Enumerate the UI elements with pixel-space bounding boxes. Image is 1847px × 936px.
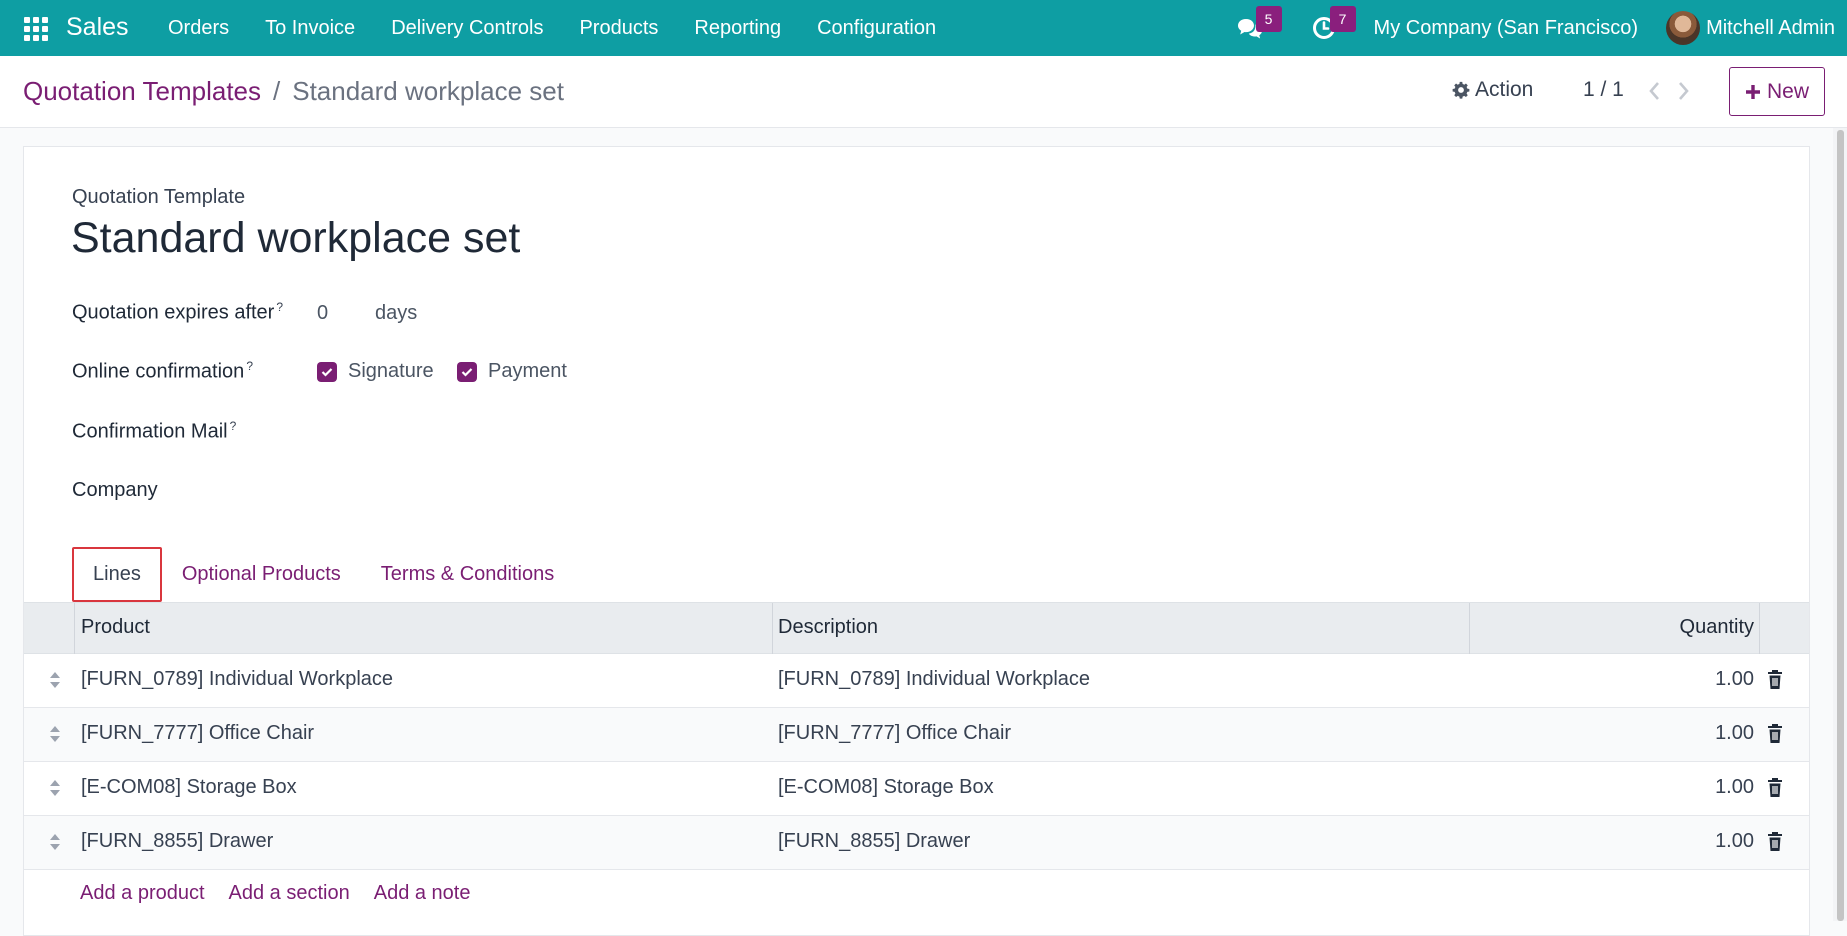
activities-button[interactable]: 7	[1304, 0, 1356, 56]
action-label: Action	[1475, 78, 1534, 101]
check-icon	[461, 368, 473, 377]
action-menu-button[interactable]: Action	[1452, 78, 1533, 102]
plus-icon	[1745, 84, 1760, 99]
app-brand[interactable]: Sales	[66, 13, 129, 42]
menu-item-orders[interactable]: Orders	[150, 0, 247, 56]
tab-optional-products[interactable]: Optional Products	[162, 547, 361, 602]
breadcrumb: Quotation Templates / Standard workplace…	[23, 76, 564, 107]
menu-item-delivery-controls[interactable]: Delivery Controls	[373, 0, 561, 56]
column-divider	[74, 603, 75, 655]
column-divider	[772, 603, 773, 655]
product-cell[interactable]: [FURN_8855] Drawer	[81, 830, 273, 853]
product-cell[interactable]: [E-COM08] Storage Box	[81, 776, 297, 799]
breadcrumb-current: Standard workplace set	[292, 76, 564, 106]
column-divider	[1469, 603, 1470, 655]
help-tooltip-icon[interactable]: ?	[276, 300, 283, 314]
drag-handle-icon[interactable]	[49, 671, 61, 689]
lines-table-header: Product Description Quantity	[24, 602, 1809, 655]
control-panel: Quotation Templates / Standard workplace…	[0, 56, 1847, 128]
check-icon	[321, 368, 333, 377]
breadcrumb-separator: /	[273, 76, 281, 106]
drag-handle-icon[interactable]	[49, 725, 61, 743]
expires-label: Quotation expires after?	[72, 300, 284, 324]
quantity-cell[interactable]: 1.00	[1715, 776, 1754, 799]
confirmation-mail-label: Confirmation Mail?	[72, 419, 237, 443]
payment-checkbox[interactable]	[457, 362, 477, 382]
menu-item-to-invoice[interactable]: To Invoice	[247, 0, 373, 56]
add-section-link[interactable]: Add a section	[229, 882, 350, 905]
gear-icon	[1452, 81, 1470, 99]
description-cell[interactable]: [E-COM08] Storage Box	[778, 776, 994, 799]
chevron-right-icon[interactable]	[1677, 80, 1691, 102]
quantity-cell[interactable]: 1.00	[1715, 830, 1754, 853]
messages-button[interactable]: 5	[1230, 0, 1282, 56]
column-divider	[1759, 603, 1760, 655]
new-button[interactable]: New	[1729, 67, 1825, 116]
company-label: Company	[72, 479, 158, 501]
online-confirmation-label: Online confirmation?	[72, 359, 253, 383]
add-line-links: Add a product Add a section Add a note	[80, 882, 470, 905]
table-row[interactable]: [FURN_7777] Office Chair [FURN_7777] Off…	[24, 708, 1809, 762]
main-menu: Orders To Invoice Delivery Controls Prod…	[150, 0, 954, 56]
add-product-link[interactable]: Add a product	[80, 882, 205, 905]
user-menu[interactable]: Mitchell Admin	[1706, 17, 1835, 40]
help-tooltip-icon[interactable]: ?	[246, 359, 253, 373]
trash-icon[interactable]	[1767, 777, 1783, 798]
signature-checkbox[interactable]	[317, 362, 337, 382]
trash-icon[interactable]	[1767, 723, 1783, 744]
tab-terms-conditions[interactable]: Terms & Conditions	[361, 547, 574, 602]
drag-handle-icon[interactable]	[49, 833, 61, 851]
template-name-field[interactable]: Standard workplace set	[71, 214, 520, 263]
top-navbar: Sales Orders To Invoice Delivery Control…	[0, 0, 1847, 56]
table-row[interactable]: [FURN_0789] Individual Workplace [FURN_0…	[24, 654, 1809, 708]
breadcrumb-parent[interactable]: Quotation Templates	[23, 76, 261, 107]
menu-item-reporting[interactable]: Reporting	[676, 0, 799, 56]
help-tooltip-icon[interactable]: ?	[230, 419, 237, 433]
new-button-label: New	[1766, 79, 1809, 103]
menu-item-products[interactable]: Products	[561, 0, 676, 56]
pager-navigation	[1647, 80, 1691, 102]
menu-item-configuration[interactable]: Configuration	[799, 0, 954, 56]
apps-menu-icon[interactable]	[24, 17, 48, 41]
tab-lines[interactable]: Lines	[72, 547, 162, 602]
table-row[interactable]: [E-COM08] Storage Box [E-COM08] Storage …	[24, 762, 1809, 816]
nav-right-section: 5 7 My Company (San Francisco) Mitchell …	[1230, 0, 1847, 56]
payment-label[interactable]: Payment	[488, 360, 567, 383]
column-header-description[interactable]: Description	[778, 616, 878, 639]
quantity-cell[interactable]: 1.00	[1715, 668, 1754, 691]
product-cell[interactable]: [FURN_7777] Office Chair	[81, 722, 314, 745]
description-cell[interactable]: [FURN_0789] Individual Workplace	[778, 668, 1090, 691]
chevron-left-icon[interactable]	[1647, 80, 1661, 102]
column-header-product[interactable]: Product	[81, 616, 150, 639]
pager-value[interactable]: 1 / 1	[1583, 78, 1624, 102]
activities-count-badge: 7	[1329, 6, 1356, 32]
user-avatar[interactable]	[1666, 11, 1701, 45]
expires-value-field[interactable]: 0	[317, 302, 328, 325]
quantity-cell[interactable]: 1.00	[1715, 722, 1754, 745]
description-cell[interactable]: [FURN_8855] Drawer	[778, 830, 970, 853]
add-note-link[interactable]: Add a note	[374, 882, 471, 905]
messages-count-badge: 5	[1255, 6, 1282, 32]
column-header-quantity[interactable]: Quantity	[1680, 616, 1754, 639]
signature-label[interactable]: Signature	[348, 360, 434, 383]
description-cell[interactable]: [FURN_7777] Office Chair	[778, 722, 1011, 745]
form-subtitle: Quotation Template	[72, 186, 246, 208]
notebook-tabs: Lines Optional Products Terms & Conditio…	[72, 547, 574, 602]
scrollbar-thumb[interactable]	[1837, 130, 1844, 921]
drag-handle-icon[interactable]	[49, 779, 61, 797]
expires-unit: days	[375, 302, 418, 324]
company-switcher[interactable]: My Company (San Francisco)	[1374, 17, 1639, 40]
trash-icon[interactable]	[1767, 669, 1783, 690]
trash-icon[interactable]	[1767, 831, 1783, 852]
table-row[interactable]: [FURN_8855] Drawer [FURN_8855] Drawer 1.…	[24, 816, 1809, 870]
product-cell[interactable]: [FURN_0789] Individual Workplace	[81, 668, 393, 691]
